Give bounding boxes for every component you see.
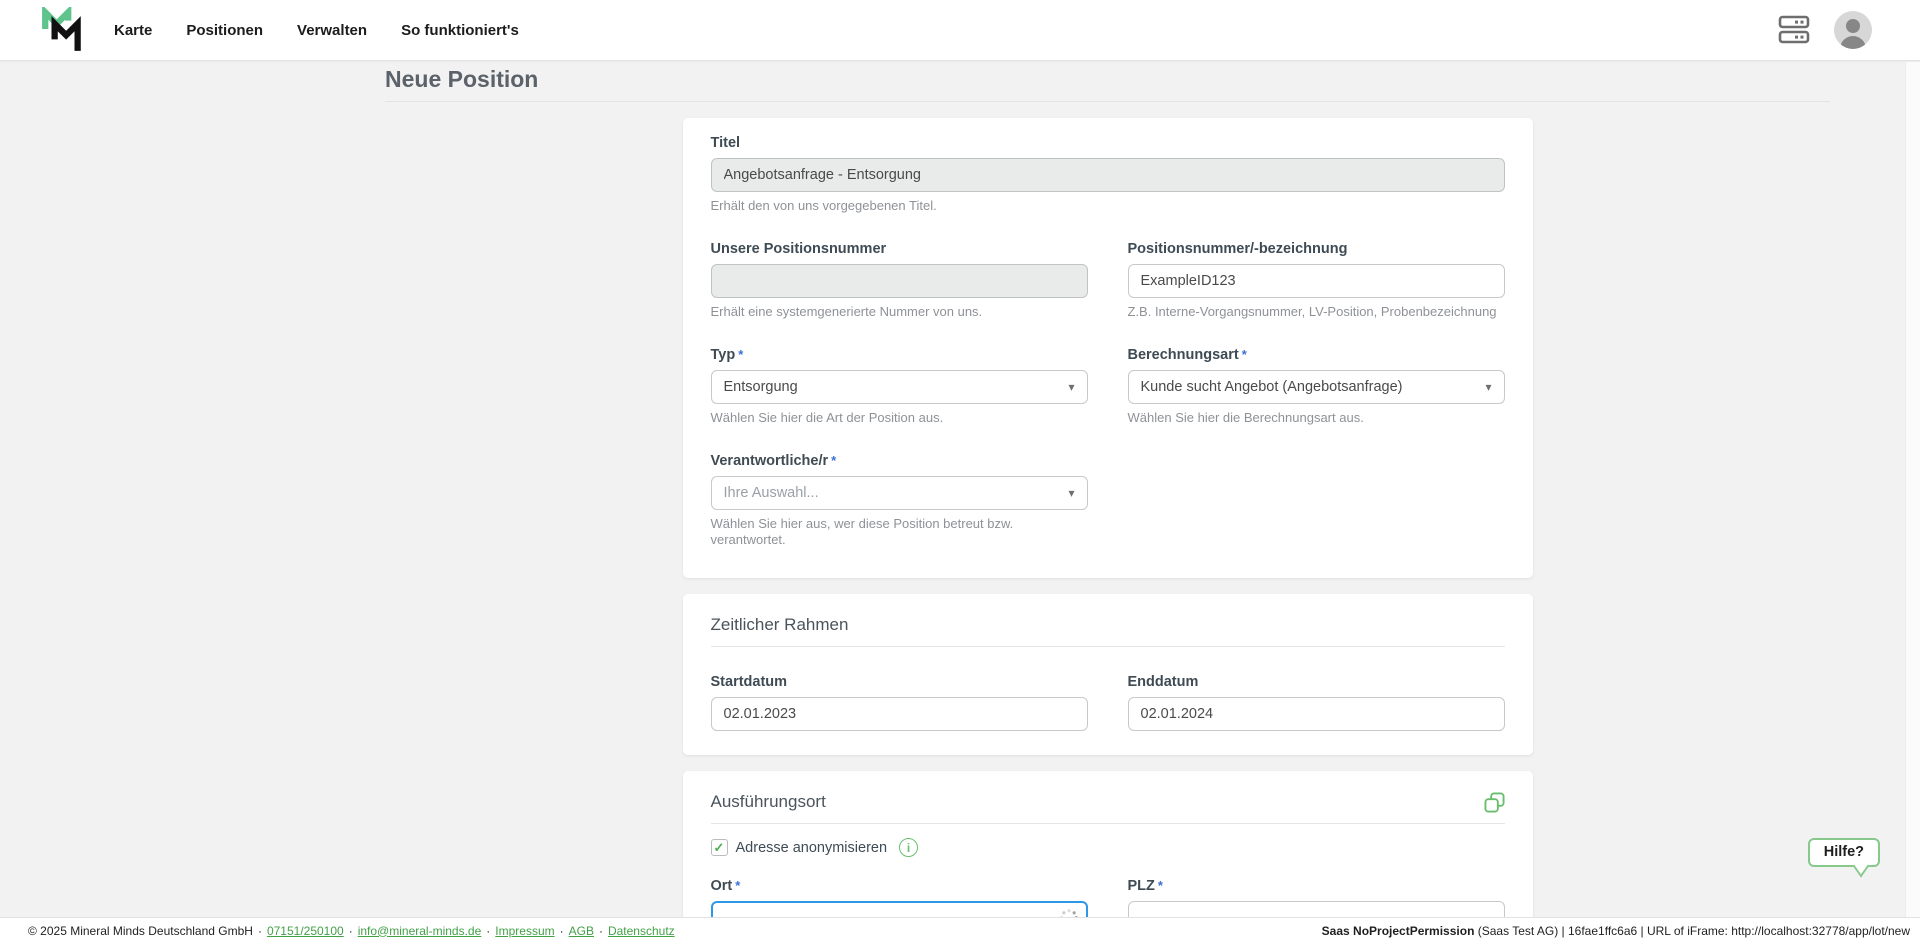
chevron-down-icon: ▾ (1068, 486, 1075, 500)
help-button[interactable]: Hilfe? (1807, 838, 1880, 867)
avatar-head-icon (1846, 19, 1860, 33)
separator: · (257, 923, 262, 938)
number-row: Unsere Positionsnummer Erhält eine syste… (710, 240, 1505, 320)
footer: © 2025 Mineral Minds Deutschland GmbH · … (0, 917, 1920, 943)
nav-item-positionen[interactable]: Positionen (186, 22, 263, 39)
berechnungsart-select[interactable]: Kunde sucht Angebot (Angebotsanfrage) ▾ (1127, 370, 1505, 404)
phone-link[interactable]: 07151/250100 (267, 924, 344, 938)
unsere-positionsnummer-field: Unsere Positionsnummer Erhält eine syste… (710, 240, 1088, 320)
separator: · (598, 923, 603, 938)
verantwortliche-label: Verantwortliche/r * (710, 453, 837, 469)
impressum-link[interactable]: Impressum (495, 924, 554, 938)
nav-right-icons (1778, 11, 1872, 49)
required-asterisk: * (738, 347, 744, 362)
agb-link[interactable]: AGB (569, 924, 594, 938)
typ-select-value: Entsorgung (723, 379, 798, 395)
nav-item-verwalten[interactable]: Verwalten (297, 22, 367, 39)
email-link[interactable]: info@mineral-minds.de (358, 924, 482, 938)
copy-icon[interactable] (1483, 791, 1505, 813)
ausfuehrungsort-title: Ausführungsort (710, 792, 826, 811)
nav-item-karte[interactable]: Karte (114, 22, 152, 39)
info-icon[interactable]: i (899, 838, 919, 857)
zeitlicher-rahmen-header: Zeitlicher Rahmen (710, 606, 1505, 647)
copyright-text: © 2025 Mineral Minds Deutschland GmbH (28, 923, 253, 938)
startdatum-label: Startdatum (710, 674, 788, 690)
ort-label: Ort * (710, 878, 741, 894)
anonymize-row: ✓ Adresse anonymisieren i (710, 838, 1505, 857)
typ-help: Wählen Sie hier die Art der Position aus… (710, 410, 944, 425)
berechnungsart-help: Wählen Sie hier die Berechnungsart aus. (1127, 410, 1364, 425)
separator: · (486, 923, 491, 938)
zeitlicher-rahmen-title: Zeitlicher Rahmen (710, 615, 849, 634)
page-title: Neue Position (385, 66, 539, 92)
main-area: Neue Position Titel Erhält den von uns v… (0, 61, 1920, 943)
required-asterisk: * (735, 878, 741, 893)
footer-left: © 2025 Mineral Minds Deutschland GmbH · … (28, 924, 675, 938)
responsible-row: Verantwortliche/r * Ihre Auswahl... ▾ Wäh… (710, 452, 1505, 548)
datenschutz-link[interactable]: Datenschutz (608, 924, 675, 938)
required-asterisk: * (1157, 878, 1163, 893)
positionsnummer-input[interactable] (1127, 264, 1505, 298)
user-avatar[interactable] (1834, 11, 1872, 49)
ausfuehrungsort-header: Ausführungsort (710, 783, 1505, 824)
typ-field: Typ * Entsorgung ▾ Wählen Sie hier die Ar… (710, 346, 1088, 426)
berechnungsart-field: Berechnungsart * Kunde sucht Angebot (Ang… (1127, 346, 1505, 426)
anonymize-label: Adresse anonymisieren (735, 839, 888, 856)
zeitlicher-rahmen-card: Zeitlicher Rahmen Startdatum Enddatum (682, 594, 1533, 755)
enddatum-label: Enddatum (1127, 674, 1199, 690)
unsere-positionsnummer-help: Erhält eine systemgenerierte Nummer von … (710, 304, 983, 319)
startdatum-input[interactable] (710, 697, 1088, 731)
page-header: Neue Position (385, 61, 1830, 102)
positionsnummer-field: Positionsnummer/-bezeichnung Z.B. Intern… (1127, 240, 1505, 320)
footer-environment-info: Saas NoProjectPermission (Saas Test AG) … (1322, 924, 1910, 938)
chevron-down-icon: ▾ (1068, 380, 1075, 394)
unsere-positionsnummer-label: Unsere Positionsnummer (710, 241, 887, 257)
date-row: Startdatum Enddatum (710, 673, 1505, 731)
scrollbar[interactable] (1905, 62, 1920, 917)
verantwortliche-select[interactable]: Ihre Auswahl... ▾ (710, 476, 1088, 510)
typ-select[interactable]: Entsorgung ▾ (710, 370, 1088, 404)
nav-item-so-funktionierts[interactable]: So funktioniert's (401, 22, 519, 39)
separator: · (559, 923, 564, 938)
unsere-positionsnummer-input (710, 264, 1088, 298)
enddatum-field: Enddatum (1127, 673, 1505, 731)
server-icon[interactable] (1778, 15, 1810, 45)
verantwortliche-select-placeholder: Ihre Auswahl... (723, 485, 819, 501)
top-navigation: Karte Positionen Verwalten So funktionie… (0, 0, 1920, 61)
nav-links: Karte Positionen Verwalten So funktionie… (114, 22, 519, 39)
berechnungsart-select-value: Kunde sucht Angebot (Angebotsanfrage) (1140, 379, 1403, 395)
startdatum-field: Startdatum (710, 673, 1088, 731)
environment-details: (Saas Test AG) | 16fae1ffc6a6 | URL of i… (1474, 923, 1910, 938)
mineral-minds-logo-icon[interactable] (40, 7, 86, 53)
required-asterisk: * (831, 453, 837, 468)
position-details-card: Titel Erhält den von uns vorgegebenen Ti… (682, 118, 1533, 578)
typ-label: Typ * (710, 347, 744, 363)
checkmark-icon: ✓ (713, 840, 725, 855)
verantwortliche-help: Wählen Sie hier aus, wer diese Position … (710, 516, 1014, 547)
titel-input (710, 158, 1505, 192)
avatar-shoulders-icon (1840, 36, 1866, 49)
separator: · (348, 923, 353, 938)
positionsnummer-help: Z.B. Interne-Vorgangsnummer, LV-Position… (1127, 304, 1497, 319)
tenant-name: Saas NoProjectPermission (1321, 923, 1475, 938)
plz-label: PLZ * (1127, 878, 1163, 894)
chevron-down-icon: ▾ (1485, 380, 1492, 394)
enddatum-input[interactable] (1127, 697, 1505, 731)
verantwortliche-field: Verantwortliche/r * Ihre Auswahl... ▾ Wäh… (710, 452, 1088, 548)
titel-field: Titel Erhält den von uns vorgegebenen Ti… (710, 134, 1505, 214)
type-row: Typ * Entsorgung ▾ Wählen Sie hier die Ar… (710, 346, 1505, 426)
titel-help: Erhält den von uns vorgegebenen Titel. (710, 198, 937, 213)
anonymize-checkbox[interactable]: ✓ (710, 839, 728, 856)
titel-label: Titel (710, 135, 741, 151)
positionsnummer-label: Positionsnummer/-bezeichnung (1127, 241, 1348, 257)
berechnungsart-label: Berechnungsart * (1127, 347, 1247, 363)
required-asterisk: * (1241, 347, 1247, 362)
